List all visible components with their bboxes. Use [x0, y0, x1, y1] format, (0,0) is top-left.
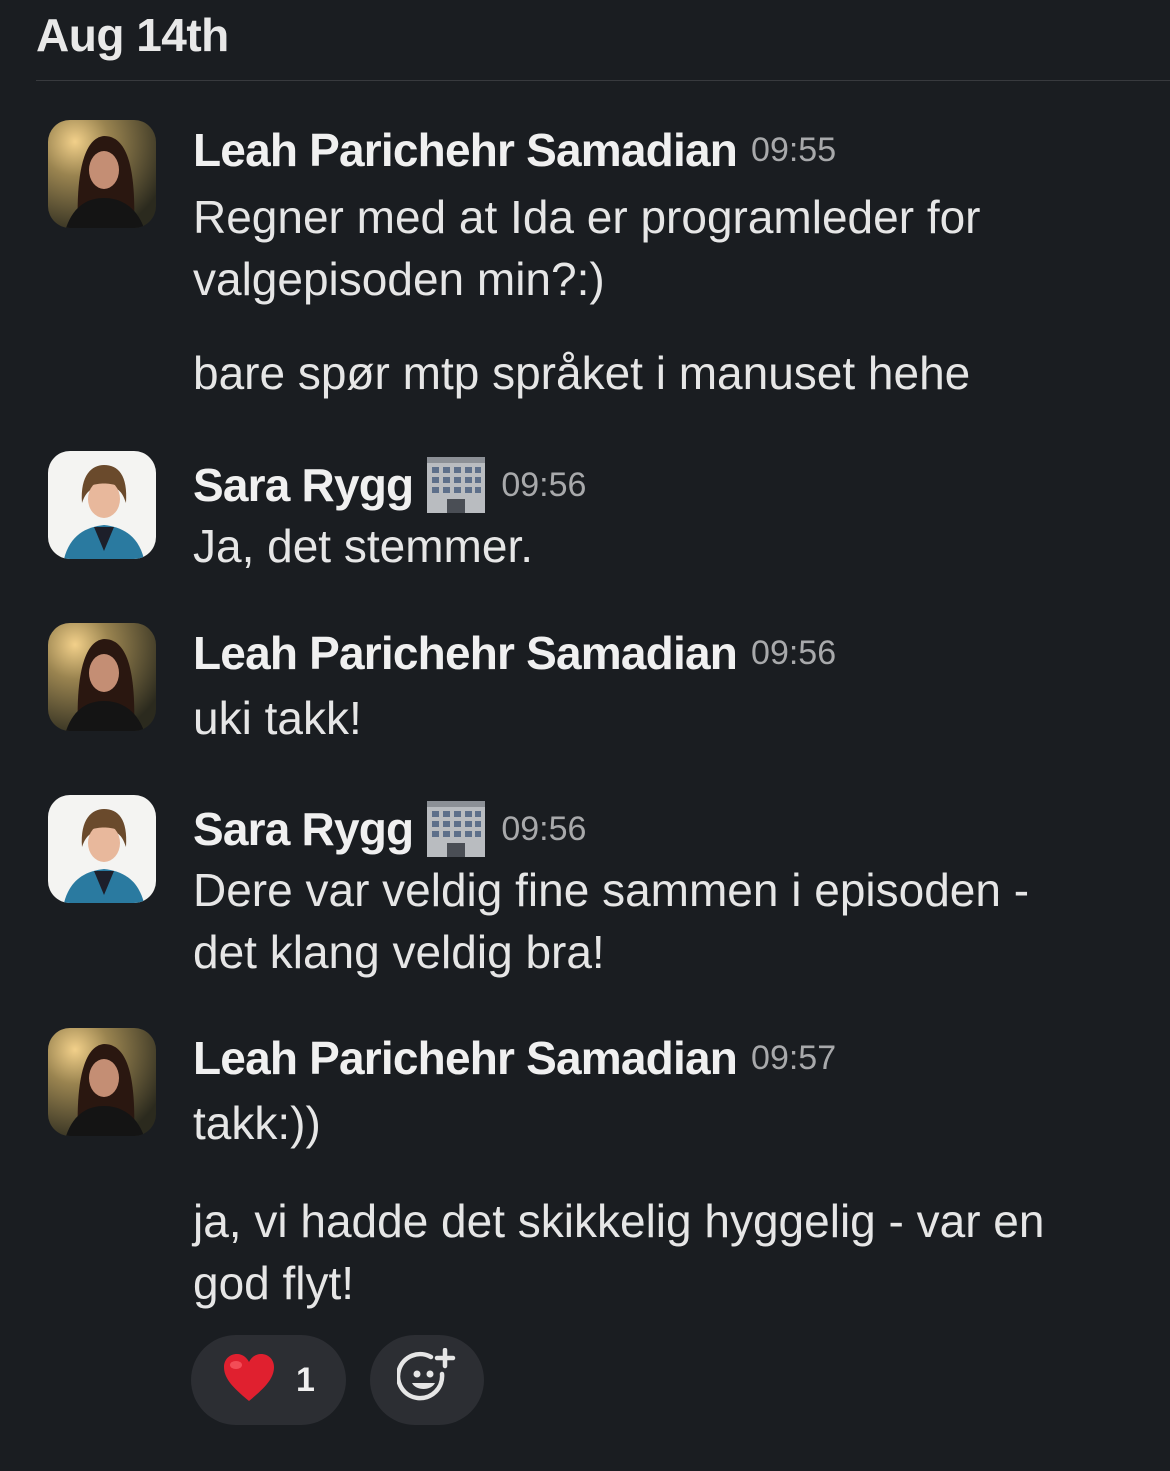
message-timestamp[interactable]: 09:57 [751, 1039, 836, 1078]
message-timestamp[interactable]: 09:55 [751, 131, 836, 170]
reaction-heart-button[interactable]: 1 [191, 1335, 346, 1425]
message-text: takk:)) [193, 1097, 321, 1149]
message-timestamp[interactable]: 09:56 [751, 634, 836, 673]
avatar-sara[interactable] [48, 451, 156, 559]
office-building-icon [425, 799, 487, 859]
red-heart-icon [222, 1353, 276, 1408]
reaction-bar: 1 [191, 1335, 484, 1425]
avatar-leah[interactable] [48, 120, 156, 228]
author-name[interactable]: Sara Rygg [193, 802, 414, 856]
message-text: Ja, det stemmer. [193, 520, 534, 572]
author-name[interactable]: Leah Parichehr Samadian [193, 626, 738, 680]
reaction-count: 1 [296, 1360, 315, 1399]
message-timestamp[interactable]: 09:56 [501, 810, 586, 849]
message-text: bare spør mtp språket i manuset hehe [193, 347, 971, 399]
date-header: Aug 14th [36, 9, 229, 61]
message-text: ja, vi hadde det skikkelig hyggelig - va… [193, 1195, 1045, 1309]
add-reaction-icon [395, 1347, 457, 1413]
message-text: uki takk! [193, 692, 362, 744]
author-name[interactable]: Leah Parichehr Samadian [193, 1031, 738, 1085]
avatar-sara[interactable] [48, 795, 156, 903]
author-name[interactable]: Leah Parichehr Samadian [193, 123, 738, 177]
avatar-leah[interactable] [48, 1028, 156, 1136]
add-reaction-button[interactable] [370, 1335, 484, 1425]
office-building-icon [425, 455, 487, 515]
date-divider [36, 80, 1170, 81]
author-name[interactable]: Sara Rygg [193, 458, 414, 512]
avatar-leah[interactable] [48, 623, 156, 731]
message-text: Dere var veldig fine sammen i episoden -… [193, 864, 1030, 978]
message-text: Regner med at Ida er programleder for va… [193, 191, 981, 305]
message-timestamp[interactable]: 09:56 [501, 466, 586, 505]
